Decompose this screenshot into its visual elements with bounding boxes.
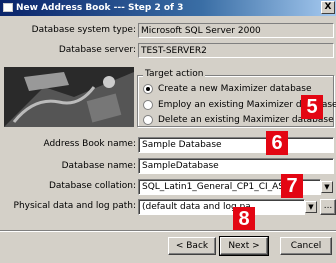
radio-employ-existing[interactable]: [143, 100, 153, 110]
callout-badge-7: 7: [281, 174, 303, 198]
database-name-input[interactable]: SampleDatabase: [138, 158, 334, 174]
photo-graphic: [4, 67, 134, 127]
physical-path-label: Physical data and log path:: [13, 201, 136, 211]
collation-dropdown-arrow-icon[interactable]: ▼: [321, 181, 333, 193]
window-icon: [3, 3, 13, 12]
title-bar: New Address Book --- Step 2 of 3 X: [0, 0, 336, 16]
address-book-name-input[interactable]: Sample Database: [138, 137, 334, 153]
radio-delete-existing[interactable]: [143, 115, 153, 125]
db-system-type-value: Microsoft SQL Server 2000: [138, 23, 334, 38]
db-server-label: Database server:: [58, 45, 136, 55]
physical-path-dropdown-arrow-icon[interactable]: ▼: [305, 201, 317, 213]
decorative-photo: [4, 67, 134, 127]
radio-create-new-label[interactable]: Create a new Maximizer database: [158, 83, 312, 95]
callout-badge-6: 6: [266, 131, 288, 155]
radio-create-new[interactable]: [143, 84, 153, 94]
window-title: New Address Book --- Step 2 of 3: [16, 3, 184, 13]
callout-badge-5: 5: [301, 95, 323, 119]
close-button[interactable]: X: [321, 1, 335, 14]
database-name-label: Database name:: [61, 161, 136, 171]
db-system-type-label: Database system type:: [31, 25, 136, 35]
address-book-name-label: Address Book name:: [43, 139, 136, 149]
db-server-value: TEST-SERVER2: [138, 43, 334, 58]
cancel-button[interactable]: Cancel: [280, 237, 332, 255]
back-button[interactable]: < Back: [168, 237, 216, 255]
next-button[interactable]: Next >: [219, 236, 269, 256]
footer-divider: [0, 230, 336, 232]
target-action-legend: Target action: [143, 69, 206, 79]
collation-label: Database collation:: [48, 181, 136, 191]
callout-badge-8: 8: [233, 207, 255, 231]
browse-path-button[interactable]: ...: [320, 199, 336, 215]
physical-path-select[interactable]: (default data and log pa: [138, 199, 305, 215]
